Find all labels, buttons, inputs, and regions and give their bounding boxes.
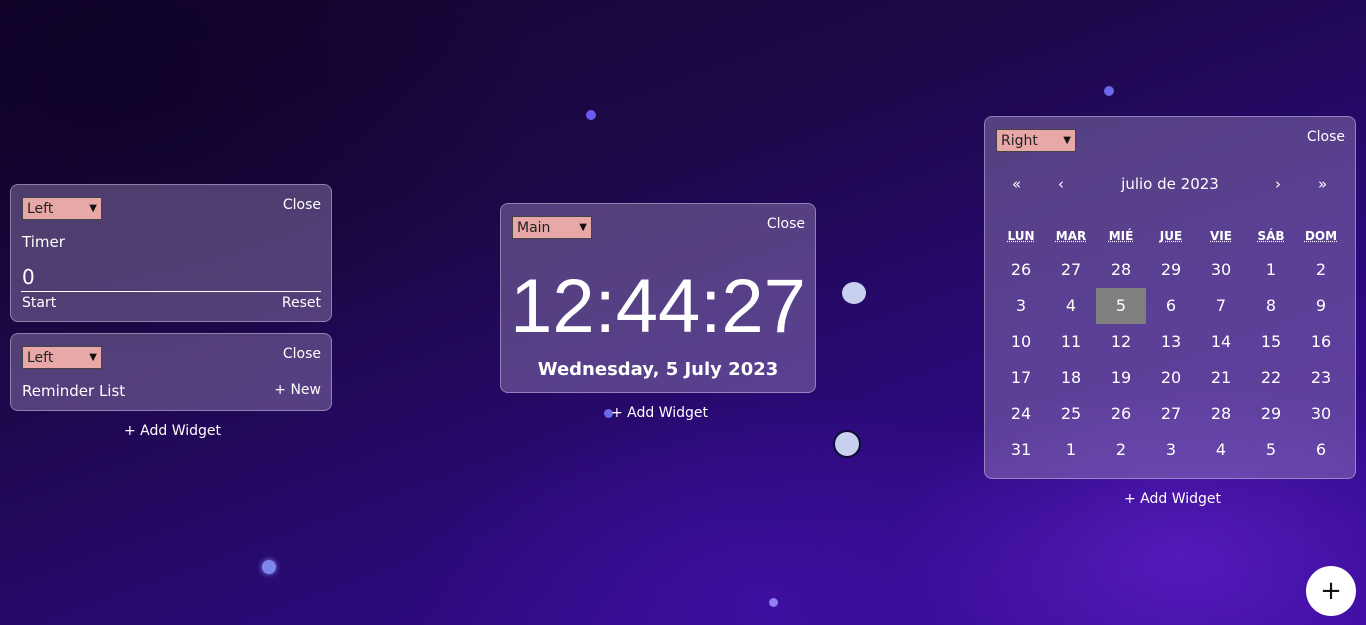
calendar-day[interactable]: 20 xyxy=(1146,360,1196,396)
month-label[interactable]: julio de 2023 xyxy=(985,175,1355,193)
calendar-day[interactable]: 28 xyxy=(1196,396,1246,432)
close-button[interactable]: Close xyxy=(1307,129,1345,145)
timer-value: 0 xyxy=(22,265,35,289)
clock-time: 12:44:27 xyxy=(510,264,806,349)
weekday-header: SÁB xyxy=(1257,229,1285,243)
calendar-day[interactable]: 31 xyxy=(996,432,1046,468)
calendar-day[interactable]: 29 xyxy=(1146,252,1196,288)
calendar-day[interactable]: 4 xyxy=(1046,288,1096,324)
calendar-day[interactable]: 2 xyxy=(1296,252,1346,288)
calendar-day[interactable]: 11 xyxy=(1046,324,1096,360)
weekday-header: MIÉ xyxy=(1108,229,1134,243)
add-widget-button[interactable]: + Add Widget xyxy=(124,423,221,439)
reminder-list-widget: Left ▼ Close Reminder List + New xyxy=(10,333,332,411)
add-widget-button[interactable]: + Add Widget xyxy=(611,405,708,421)
calendar-day[interactable]: 10 xyxy=(996,324,1046,360)
start-button[interactable]: Start xyxy=(22,295,56,311)
calendar-day[interactable]: 8 xyxy=(1246,288,1296,324)
add-widget-button[interactable]: + Add Widget xyxy=(1124,491,1221,507)
weekday-header: DOM xyxy=(1304,229,1338,243)
close-button[interactable]: Close xyxy=(283,346,321,362)
calendar-day[interactable]: 30 xyxy=(1296,396,1346,432)
calendar-day[interactable]: 24 xyxy=(996,396,1046,432)
widget-title: Timer xyxy=(22,233,65,251)
chevron-down-icon: ▼ xyxy=(89,203,97,214)
calendar-day[interactable]: 4 xyxy=(1196,432,1246,468)
calendar-day[interactable]: 6 xyxy=(1296,432,1346,468)
background-dot xyxy=(835,432,859,456)
calendar-day[interactable]: 25 xyxy=(1046,396,1096,432)
chevron-down-icon: ▼ xyxy=(89,352,97,363)
position-select[interactable]: Main ▼ xyxy=(512,216,592,239)
next-year-button[interactable]: » xyxy=(1318,175,1327,193)
background-dot xyxy=(842,282,866,304)
weekday-header: JUE xyxy=(1159,229,1183,243)
calendar-day[interactable]: 29 xyxy=(1246,396,1296,432)
add-fab-button[interactable]: + xyxy=(1306,566,1356,616)
position-select[interactable]: Left ▼ xyxy=(22,346,102,369)
calendar-day[interactable]: 13 xyxy=(1146,324,1196,360)
calendar-day[interactable]: 7 xyxy=(1196,288,1246,324)
position-select-value: Right xyxy=(1001,132,1038,149)
background-dot xyxy=(1104,86,1114,96)
weekday-header: MAR xyxy=(1055,229,1087,243)
position-select[interactable]: Left ▼ xyxy=(22,197,102,220)
timer-widget: Left ▼ Close Timer 0 Start Reset xyxy=(10,184,332,322)
widget-title: Reminder List xyxy=(22,382,126,400)
calendar-day[interactable]: 6 xyxy=(1146,288,1196,324)
calendar-day[interactable]: 3 xyxy=(1146,432,1196,468)
close-button[interactable]: Close xyxy=(767,216,805,232)
calendar-day[interactable]: 14 xyxy=(1196,324,1246,360)
calendar-day[interactable]: 22 xyxy=(1246,360,1296,396)
calendar-day[interactable]: 5 xyxy=(1096,288,1146,324)
calendar-day[interactable]: 18 xyxy=(1046,360,1096,396)
calendar-widget: Right ▼ Close « ‹ julio de 2023 › » LUN M… xyxy=(984,116,1356,479)
calendar-day[interactable]: 19 xyxy=(1096,360,1146,396)
clock-date: Wednesday, 5 July 2023 xyxy=(537,359,779,380)
background-dot xyxy=(262,560,276,574)
calendar-day[interactable]: 27 xyxy=(1146,396,1196,432)
calendar-day[interactable]: 26 xyxy=(1096,396,1146,432)
calendar-day[interactable]: 16 xyxy=(1296,324,1346,360)
calendar-day[interactable]: 21 xyxy=(1196,360,1246,396)
calendar-day[interactable]: 23 xyxy=(1296,360,1346,396)
clock-widget: Main ▼ Close 12:44:27 Wednesday, 5 July … xyxy=(500,203,816,393)
position-select[interactable]: Right ▼ xyxy=(996,129,1076,152)
calendar-day[interactable]: 26 xyxy=(996,252,1046,288)
calendar-day[interactable]: 3 xyxy=(996,288,1046,324)
position-select-value: Main xyxy=(517,219,551,236)
calendar-day[interactable]: 1 xyxy=(1046,432,1096,468)
weekday-header: VIE xyxy=(1210,229,1232,243)
calendar-day[interactable]: 1 xyxy=(1246,252,1296,288)
calendar-day[interactable]: 30 xyxy=(1196,252,1246,288)
next-month-button[interactable]: › xyxy=(1275,175,1281,193)
calendar-day[interactable]: 5 xyxy=(1246,432,1296,468)
divider xyxy=(21,291,321,292)
calendar-day[interactable]: 17 xyxy=(996,360,1046,396)
position-select-value: Left xyxy=(27,200,54,217)
new-reminder-button[interactable]: + New xyxy=(274,382,321,398)
chevron-down-icon: ▼ xyxy=(579,222,587,233)
close-button[interactable]: Close xyxy=(283,197,321,213)
calendar-day[interactable]: 15 xyxy=(1246,324,1296,360)
position-select-value: Left xyxy=(27,349,54,366)
calendar-day[interactable]: 9 xyxy=(1296,288,1346,324)
calendar-day[interactable]: 2 xyxy=(1096,432,1146,468)
calendar-day[interactable]: 27 xyxy=(1046,252,1096,288)
chevron-down-icon: ▼ xyxy=(1063,135,1071,146)
weekday-header: LUN xyxy=(1007,229,1035,243)
background-dot xyxy=(769,598,778,607)
background-dot xyxy=(586,110,596,120)
reset-button[interactable]: Reset xyxy=(282,295,321,311)
calendar-day[interactable]: 28 xyxy=(1096,252,1146,288)
calendar-day[interactable]: 12 xyxy=(1096,324,1146,360)
